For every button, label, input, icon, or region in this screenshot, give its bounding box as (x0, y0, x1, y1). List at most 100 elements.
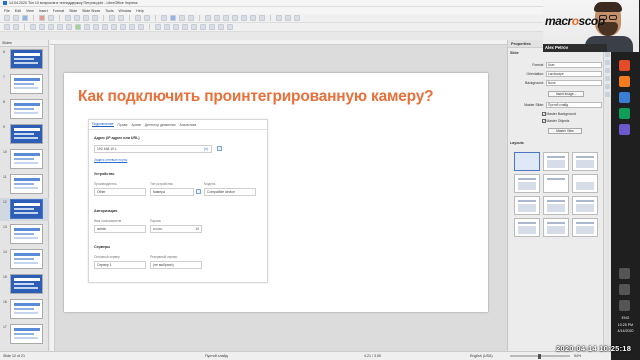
line-icon[interactable] (39, 24, 45, 30)
crop-icon[interactable] (218, 24, 224, 30)
animation-deck-icon[interactable] (605, 60, 610, 65)
slide-thumbnail[interactable]: 6 (0, 48, 49, 71)
redo-icon[interactable] (118, 15, 124, 21)
zoom-pan-icon[interactable] (13, 24, 19, 30)
clone-formatting-icon[interactable] (92, 15, 98, 21)
master-view-button[interactable]: Master View (548, 128, 582, 134)
app-icon-blue[interactable] (619, 92, 630, 103)
master-slide-icon[interactable] (170, 15, 176, 21)
slide-thumbnail[interactable]: 13 (0, 223, 49, 246)
volume-icon[interactable] (619, 300, 630, 311)
symbol-shapes-icon[interactable] (102, 24, 108, 30)
menu-slide[interactable]: Slide (69, 9, 77, 13)
layout-title-2-content-over[interactable] (572, 196, 598, 215)
shadow-icon[interactable] (209, 24, 215, 30)
slide-title[interactable]: Как подключить проинтегрированную камеру… (78, 88, 434, 106)
animation-icon[interactable] (285, 15, 291, 21)
start-presentation-icon[interactable] (179, 15, 185, 21)
rotate-icon[interactable] (182, 24, 188, 30)
filter-icon[interactable] (227, 24, 233, 30)
paste-icon[interactable] (83, 15, 89, 21)
table-icon[interactable] (205, 15, 211, 21)
curve-icon[interactable] (75, 24, 81, 30)
master-slides-deck-icon[interactable] (605, 68, 610, 73)
layout-title-content-2-content[interactable] (543, 196, 569, 215)
export-pdf-icon[interactable] (39, 15, 45, 21)
app-icon-green[interactable] (619, 108, 630, 119)
slide-transition-deck-icon[interactable] (605, 52, 610, 57)
layout-two-content[interactable] (514, 174, 540, 193)
fontwork-icon[interactable] (259, 15, 265, 21)
print-icon[interactable] (48, 15, 54, 21)
layout-title-6-content[interactable] (572, 218, 598, 237)
menu-slide-show[interactable]: Slide Show (82, 9, 100, 13)
block-arrows-icon[interactable] (111, 24, 117, 30)
chart-icon[interactable] (232, 15, 238, 21)
app-icon-purple[interactable] (619, 124, 630, 135)
image-icon[interactable] (214, 15, 220, 21)
zoom-level[interactable]: 54% (574, 354, 581, 358)
slide-thumbnail[interactable]: 10 (0, 148, 49, 171)
tray-icon[interactable] (619, 268, 630, 279)
master-background-checkbox[interactable]: ✓ Master Background (542, 112, 576, 116)
glue-points-icon[interactable] (164, 24, 170, 30)
slide-thumbnail[interactable]: 12 (0, 198, 49, 221)
transitions-icon[interactable] (276, 15, 282, 21)
start-from-current-icon[interactable] (188, 15, 194, 21)
navigator-deck-icon[interactable] (605, 92, 610, 97)
camera-settings-screenshot[interactable]: Подключение Права Архив Детектор движени… (88, 119, 268, 283)
orientation-select[interactable]: Landscape (546, 71, 602, 77)
slide-thumbnail[interactable]: 9 (0, 123, 49, 146)
slide-thumbnail[interactable]: 15 (0, 273, 49, 296)
network-icon[interactable] (619, 284, 630, 295)
cut-icon[interactable] (65, 15, 71, 21)
callouts-icon[interactable] (129, 24, 135, 30)
special-character-icon[interactable] (250, 15, 256, 21)
menu-format[interactable]: Format (53, 9, 64, 13)
slide-thumbnail[interactable]: 14 (0, 248, 49, 271)
arrow-line-icon[interactable] (66, 24, 72, 30)
text-language[interactable]: English (USA) (470, 354, 493, 358)
slide-thumbnail[interactable]: 8 (0, 98, 49, 121)
slide-thumbnail[interactable]: 17 (0, 323, 49, 346)
insert-image-button[interactable]: Insert Image... (548, 91, 584, 97)
layout-centered-text[interactable] (572, 174, 598, 193)
select-icon[interactable] (4, 24, 10, 30)
menu-file[interactable]: File (4, 9, 10, 13)
rectangle-icon[interactable] (48, 24, 54, 30)
background-select[interactable]: None (546, 80, 602, 86)
toggle-extrusion-icon[interactable] (173, 24, 179, 30)
master-slide-select[interactable]: Пустой слайд (546, 102, 602, 108)
points-icon[interactable] (155, 24, 161, 30)
arrange-icon[interactable] (200, 24, 206, 30)
menu-view[interactable]: View (26, 9, 34, 13)
find-replace-icon[interactable] (135, 15, 141, 21)
layout-title-content[interactable] (572, 152, 598, 171)
app-icon-orange[interactable] (619, 76, 630, 87)
show-draw-functions-icon[interactable] (294, 15, 300, 21)
layout-title-content-over[interactable] (514, 218, 540, 237)
slide-thumbnail[interactable]: 11 (0, 173, 49, 196)
clock-date[interactable]: 4/14/2020 (612, 329, 639, 333)
layout-title-4-content[interactable] (543, 218, 569, 237)
clock-time[interactable]: 10:25 PM (612, 323, 639, 327)
slide-thumbnail[interactable]: 16 (0, 298, 49, 321)
flowchart-icon[interactable] (120, 24, 126, 30)
styles-deck-icon[interactable] (605, 76, 610, 81)
layouts-section-label[interactable]: Layouts (510, 141, 524, 145)
open-icon[interactable] (13, 15, 19, 21)
save-icon[interactable] (22, 15, 28, 21)
layout-title-2-content-content[interactable] (514, 196, 540, 215)
app-icon-red[interactable] (619, 60, 630, 71)
copy-icon[interactable] (74, 15, 80, 21)
format-select[interactable]: User (546, 62, 602, 68)
slide-canvas[interactable]: Как подключить проинтегрированную камеру… (64, 73, 488, 312)
new-icon[interactable] (4, 15, 10, 21)
slide-section-label[interactable]: Slide (510, 51, 519, 55)
slide-thumbnail[interactable]: 7 (0, 73, 49, 96)
stars-icon[interactable] (138, 24, 144, 30)
menu-edit[interactable]: Edit (15, 9, 21, 13)
ellipse-icon[interactable] (57, 24, 63, 30)
zoom-slider-handle[interactable] (538, 353, 541, 359)
layout-title-slide[interactable] (543, 152, 569, 171)
